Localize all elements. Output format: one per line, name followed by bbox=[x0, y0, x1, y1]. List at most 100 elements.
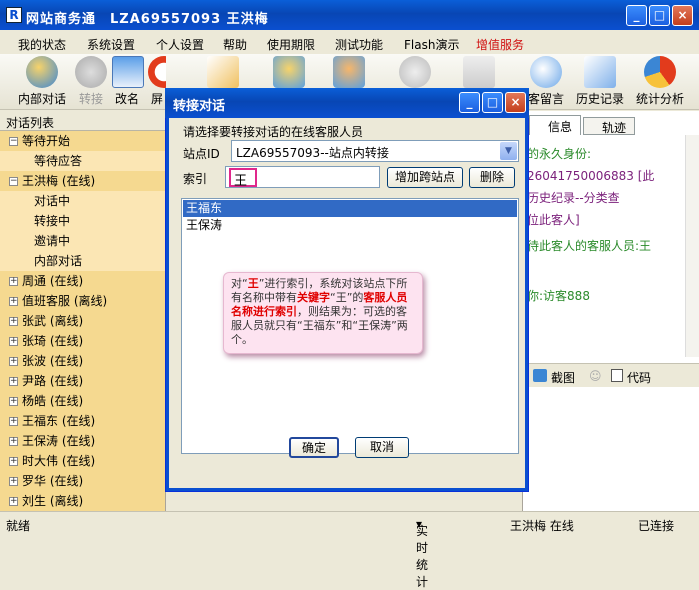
tree-node[interactable]: + 张武 (离线) bbox=[0, 311, 165, 331]
expand-icon[interactable]: + bbox=[9, 497, 18, 506]
close-button[interactable]: × bbox=[672, 5, 693, 26]
maximize-button[interactable]: □ bbox=[649, 5, 670, 26]
info-scrollbar[interactable] bbox=[685, 135, 699, 357]
menu-value-added[interactable]: 增值服务 bbox=[476, 36, 524, 53]
block-button[interactable]: 屏 bbox=[148, 56, 166, 107]
expand-icon[interactable]: + bbox=[9, 437, 18, 446]
tree-node[interactable]: + 刘生 (离线) bbox=[0, 491, 165, 511]
menu-system-settings[interactable]: 系统设置 bbox=[87, 36, 135, 53]
forward-button[interactable] bbox=[462, 56, 496, 90]
info-line: 你:访客888 bbox=[527, 289, 590, 303]
rename-button[interactable]: 改名 bbox=[112, 56, 144, 107]
menu-my-status[interactable]: 我的状态 bbox=[18, 36, 66, 53]
tree-node[interactable]: 对话中 bbox=[0, 191, 165, 211]
menu-help[interactable]: 帮助 bbox=[223, 36, 247, 53]
tree-node-label: 张武 (离线) bbox=[22, 314, 84, 328]
index-input[interactable]: 王 bbox=[225, 166, 380, 189]
tree-node[interactable]: − 王洪梅 (在线) bbox=[0, 171, 165, 191]
block-icon bbox=[148, 56, 166, 88]
menu-bar: 我的状态 系统设置 个人设置 帮助 使用期限 测试功能 Flash演示 增值服务 bbox=[0, 30, 699, 54]
guest-message-button[interactable]: 客留言 bbox=[526, 56, 566, 107]
menu-usage-period[interactable]: 使用期限 bbox=[267, 36, 315, 53]
main-title-bar[interactable]: R 网站商务通 LZA69557093 王洪梅 _ □ × bbox=[0, 0, 699, 30]
info-line: 的永久身份: bbox=[527, 147, 592, 161]
expand-icon[interactable]: + bbox=[9, 457, 18, 466]
internal-chat-button[interactable]: 内部对话 bbox=[16, 56, 68, 107]
status-user: 王洪梅 在线 bbox=[510, 519, 574, 533]
transfer-button[interactable]: 转接 bbox=[74, 56, 108, 107]
visitors-button[interactable] bbox=[332, 56, 366, 90]
tree-node[interactable]: + 周通 (在线) bbox=[0, 271, 165, 291]
tree-node-label: 周通 (在线) bbox=[22, 274, 84, 288]
tab-info[interactable]: 信息 bbox=[529, 115, 581, 135]
chevron-down-icon: ▼ bbox=[500, 142, 517, 160]
chat-people-icon bbox=[26, 56, 58, 88]
info-panel: 信息 轨迹 的永久身份: 26041750006883 [此 历史纪录--分类查 位此… bbox=[522, 111, 699, 511]
collapse-icon[interactable]: − bbox=[9, 137, 18, 146]
delete-button[interactable]: 删除 bbox=[469, 167, 515, 188]
dialog-prompt: 请选择要转接对话的在线客服人员 bbox=[183, 125, 364, 139]
visitor-button[interactable] bbox=[272, 56, 306, 90]
emoticon-icon[interactable]: ☺ bbox=[589, 369, 602, 383]
list-item[interactable]: 王福东 bbox=[183, 200, 517, 217]
ok-button[interactable]: 确定 bbox=[289, 437, 339, 458]
message-bubble-icon bbox=[530, 56, 562, 88]
cancel-button[interactable]: 取消 bbox=[355, 437, 409, 458]
tree-node[interactable]: + 值班客服 (离线) bbox=[0, 291, 165, 311]
tree-node-label: 王保涛 (在线) bbox=[22, 434, 96, 448]
menu-flash-demo[interactable]: Flash演示 bbox=[404, 36, 459, 53]
list-item[interactable]: 王保涛 bbox=[183, 217, 517, 234]
tree-node[interactable]: 邀请中 bbox=[0, 231, 165, 251]
expand-icon[interactable]: + bbox=[9, 417, 18, 426]
expand-icon[interactable]: + bbox=[9, 397, 18, 406]
screenshot-button[interactable]: 截图 bbox=[551, 369, 575, 386]
expand-icon[interactable]: + bbox=[9, 357, 18, 366]
tree-node[interactable]: + 罗华 (在线) bbox=[0, 471, 165, 491]
tree-node[interactable]: 等待应答 bbox=[0, 151, 165, 171]
expand-icon[interactable]: + bbox=[9, 317, 18, 326]
expand-icon[interactable]: + bbox=[9, 337, 18, 346]
transfer-icon bbox=[75, 56, 107, 88]
status-connection: 已连接 bbox=[638, 519, 675, 533]
expand-icon[interactable]: + bbox=[9, 277, 18, 286]
collapse-icon[interactable]: − bbox=[9, 177, 18, 186]
expand-icon[interactable]: + bbox=[9, 377, 18, 386]
expand-icon[interactable]: + bbox=[9, 477, 18, 486]
menu-test-functions[interactable]: 测试功能 bbox=[335, 36, 383, 53]
dialog-title: 转接对话 bbox=[173, 99, 226, 114]
tree-node[interactable]: + 王福东 (在线) bbox=[0, 411, 165, 431]
tree-node[interactable]: + 王保涛 (在线) bbox=[0, 431, 165, 451]
site-id-select[interactable]: LZA69557093--站点内转接 ▼ bbox=[231, 140, 519, 162]
dialog-minimize-button[interactable]: _ bbox=[459, 92, 480, 113]
history-icon bbox=[584, 56, 616, 88]
edit-button[interactable] bbox=[206, 56, 240, 90]
rename-card-icon bbox=[112, 56, 144, 88]
menu-personal-settings[interactable]: 个人设置 bbox=[156, 36, 204, 53]
tree-node[interactable]: 转接中 bbox=[0, 211, 165, 231]
expand-icon[interactable]: + bbox=[9, 297, 18, 306]
dialog-maximize-button[interactable]: □ bbox=[482, 92, 503, 113]
tree-node[interactable]: + 杨皓 (在线) bbox=[0, 391, 165, 411]
realtime-stats-dropdown[interactable]: 实时统计 ▾ bbox=[416, 517, 428, 589]
tree-node[interactable]: + 尹路 (在线) bbox=[0, 371, 165, 391]
tree-node[interactable]: − 等待开始 bbox=[0, 131, 165, 151]
tree-node[interactable]: 内部对话 bbox=[0, 251, 165, 271]
dialog-close-button[interactable]: × bbox=[505, 92, 526, 113]
add-cross-site-button[interactable]: 增加跨站点 bbox=[387, 167, 463, 188]
history-button[interactable]: 历史记录 bbox=[574, 56, 626, 107]
tab-track[interactable]: 轨迹 bbox=[583, 117, 635, 135]
code-button[interactable]: 代码 bbox=[627, 369, 651, 386]
tree-node[interactable]: + 时大伟 (在线) bbox=[0, 451, 165, 471]
tree-node[interactable]: + 张波 (在线) bbox=[0, 351, 165, 371]
minimize-button[interactable]: _ bbox=[626, 5, 647, 26]
globe-button[interactable] bbox=[398, 56, 432, 90]
site-id-label: 站点ID bbox=[183, 147, 220, 161]
tree-node[interactable]: + 张琦 (在线) bbox=[0, 331, 165, 351]
tree-node-label: 张琦 (在线) bbox=[22, 334, 84, 348]
note-highlight: 王 bbox=[247, 277, 259, 290]
stats-pie-icon bbox=[644, 56, 676, 88]
dialog-body: 请选择要转接对话的在线客服人员 站点ID LZA69557093--站点内转接 … bbox=[166, 118, 528, 491]
tree-node-label: 等待开始 bbox=[22, 134, 71, 148]
stats-button[interactable]: 统计分析 bbox=[634, 56, 686, 107]
dialog-title-bar[interactable]: 转接对话 _ □ × bbox=[165, 88, 529, 118]
